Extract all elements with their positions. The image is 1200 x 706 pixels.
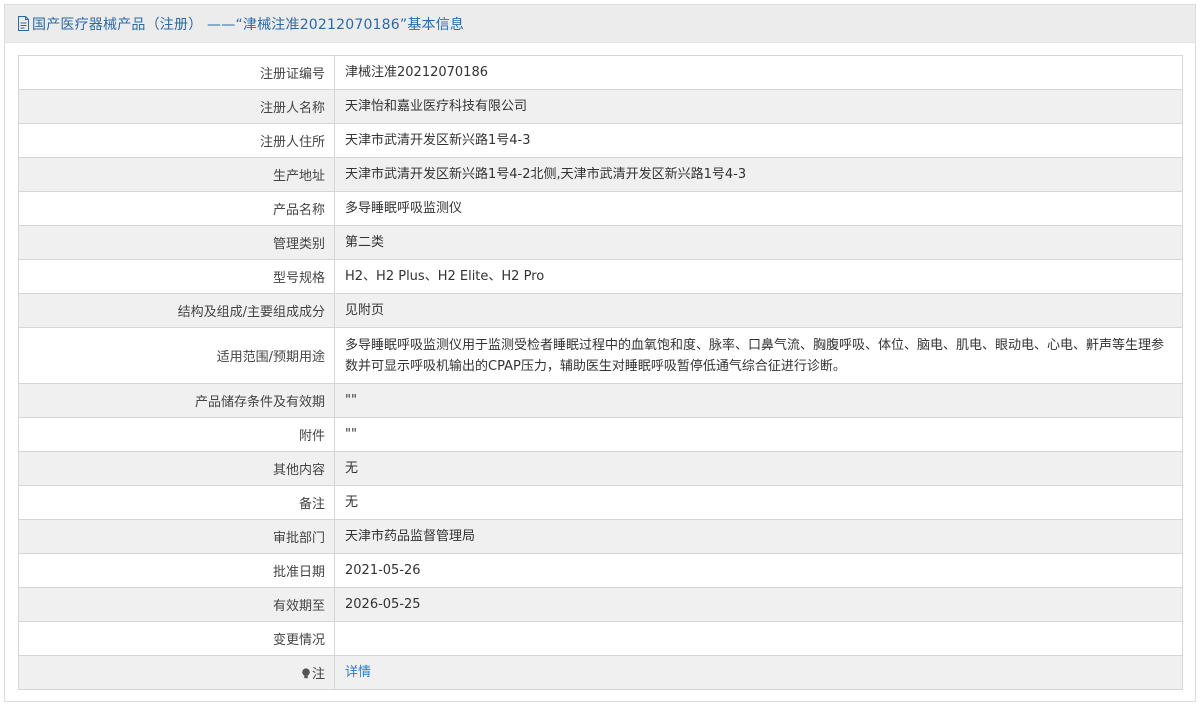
note-value-cell: 详情 — [334, 655, 1183, 690]
field-value: 2026-05-25 — [334, 587, 1183, 622]
field-label: 型号规格 — [18, 259, 335, 294]
field-value: 津械注准20212070186 — [334, 55, 1183, 90]
field-label: 变更情况 — [18, 621, 335, 656]
table-row: 型号规格 H2、H2 Plus、H2 Elite、H2 Pro — [18, 259, 1183, 294]
field-value: "" — [334, 417, 1183, 452]
table-row: 注册证编号 津械注准20212070186 — [18, 55, 1183, 90]
field-value: 天津怡和嘉业医疗科技有限公司 — [334, 89, 1183, 124]
table-row: 产品名称 多导睡眠呼吸监测仪 — [18, 191, 1183, 226]
table-row: 管理类别 第二类 — [18, 225, 1183, 260]
field-label: 生产地址 — [18, 157, 335, 192]
page-title: 国产医疗器械产品（注册） ——“津械注准20212070186”基本信息 — [32, 16, 465, 33]
note-label-cell: 注 — [18, 655, 335, 690]
table-row: 批准日期 2021-05-26 — [18, 553, 1183, 588]
field-label: 其他内容 — [18, 451, 335, 486]
field-value: 见附页 — [334, 293, 1183, 328]
field-label: 注册人名称 — [18, 89, 335, 124]
table-row: 适用范围/预期用途 多导睡眠呼吸监测仪用于监测受检者睡眠过程中的血氧饱和度、脉率、… — [18, 327, 1183, 384]
info-panel: 国产医疗器械产品（注册） ——“津械注准20212070186”基本信息 注册证… — [4, 4, 1196, 702]
field-label: 注册人住所 — [18, 123, 335, 158]
table-row: 有效期至 2026-05-25 — [18, 587, 1183, 622]
field-label: 结构及组成/主要组成成分 — [18, 293, 335, 328]
table-row: 产品储存条件及有效期 "" — [18, 383, 1183, 418]
field-value: 无 — [334, 451, 1183, 486]
table-row: 结构及组成/主要组成成分 见附页 — [18, 293, 1183, 328]
field-value: 天津市武清开发区新兴路1号4-3 — [334, 123, 1183, 158]
table-row: 注册人住所 天津市武清开发区新兴路1号4-3 — [18, 123, 1183, 158]
field-value — [334, 621, 1183, 656]
field-label: 审批部门 — [18, 519, 335, 554]
field-value: 天津市药品监督管理局 — [334, 519, 1183, 554]
table-row-note: 注 详情 — [18, 655, 1183, 690]
field-label: 备注 — [18, 485, 335, 520]
note-label: 注 — [311, 667, 325, 682]
table-row: 生产地址 天津市武清开发区新兴路1号4-2北侧,天津市武清开发区新兴路1号4-3 — [18, 157, 1183, 192]
table-row: 注册人名称 天津怡和嘉业医疗科技有限公司 — [18, 89, 1183, 124]
field-label: 有效期至 — [18, 587, 335, 622]
document-icon — [17, 16, 30, 31]
table-row: 变更情况 — [18, 621, 1183, 656]
table-row: 备注无 — [18, 485, 1183, 520]
field-label: 批准日期 — [18, 553, 335, 588]
field-label: 产品名称 — [18, 191, 335, 226]
field-label: 管理类别 — [18, 225, 335, 260]
info-table: 注册证编号 津械注准20212070186 注册人名称 天津怡和嘉业医疗科技有限公司注… — [18, 55, 1183, 690]
table-row: 附件 "" — [18, 417, 1183, 452]
table-row: 其他内容无 — [18, 451, 1183, 486]
bulb-icon — [301, 668, 311, 679]
table-row: 审批部门 天津市药品监督管理局 — [18, 519, 1183, 554]
field-value: 第二类 — [334, 225, 1183, 260]
field-value: 多导睡眠呼吸监测仪 — [334, 191, 1183, 226]
panel-header: 国产医疗器械产品（注册） ——“津械注准20212070186”基本信息 — [5, 5, 1195, 43]
field-label: 附件 — [18, 417, 335, 452]
field-value: "" — [334, 383, 1183, 418]
field-value: 无 — [334, 485, 1183, 520]
field-value: H2、H2 Plus、H2 Elite、H2 Pro — [334, 259, 1183, 294]
field-label: 适用范围/预期用途 — [18, 327, 335, 384]
field-value: 天津市武清开发区新兴路1号4-2北侧,天津市武清开发区新兴路1号4-3 — [334, 157, 1183, 192]
field-value: 2021-05-26 — [334, 553, 1183, 588]
details-link[interactable]: 详情 — [345, 665, 371, 680]
field-label: 产品储存条件及有效期 — [18, 383, 335, 418]
field-value: 多导睡眠呼吸监测仪用于监测受检者睡眠过程中的血氧饱和度、脉率、口鼻气流、胸腹呼吸… — [334, 327, 1183, 384]
field-label: 注册证编号 — [18, 55, 335, 90]
